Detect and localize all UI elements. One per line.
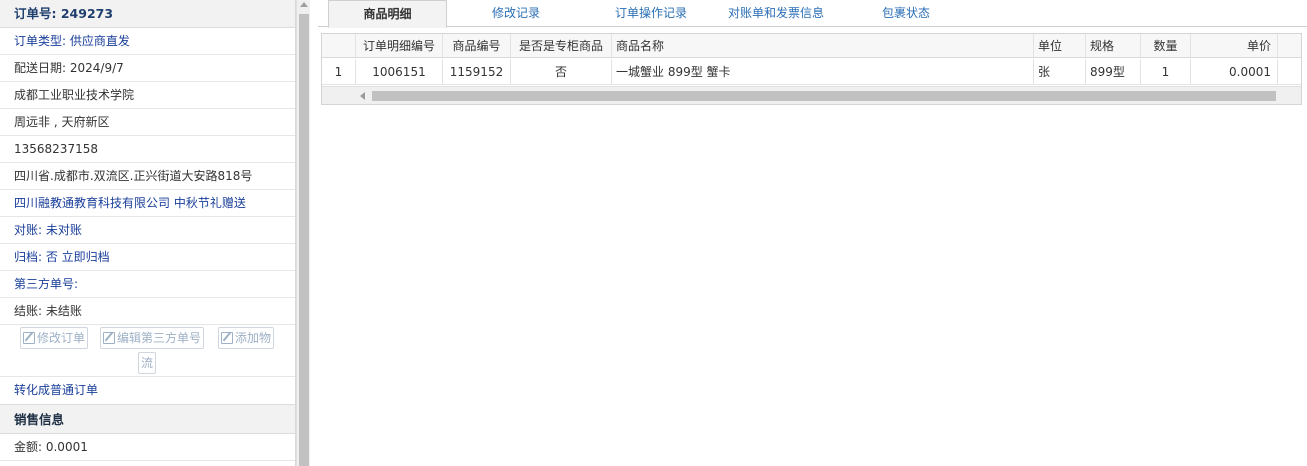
add-logistics-button[interactable]: 添加物 [218, 327, 275, 349]
edit-icon [23, 332, 35, 344]
horizontal-scrollbar[interactable] [322, 86, 1301, 104]
col-spec[interactable]: 规格 [1086, 34, 1141, 57]
order-type-value: 供应商直发 [69, 34, 130, 48]
delivery-date-row: 配送日期: 2024/9/7 [0, 55, 295, 82]
convert-to-normal-order-link[interactable]: 转化成普通订单 [0, 377, 295, 404]
row-unit: 张 [1034, 59, 1086, 84]
reconcile-label: 对账: [14, 223, 46, 237]
scrollbar-thumb[interactable] [299, 14, 309, 466]
col-quantity[interactable]: 数量 [1141, 34, 1191, 57]
order-detail-content: 商品明细 修改记录 订单操作记录 对账单和发票信息 包裹状态 订单明细编号 商品… [318, 0, 1307, 466]
phone-row: 13568237158 [0, 136, 295, 163]
order-info-panel: 订单号: 249273 订单类型: 供应商直发 配送日期: 2024/9/7 成… [0, 0, 296, 466]
col-counter-product[interactable]: 是否是专柜商品 [511, 34, 612, 57]
edit-order-button[interactable]: 修改订单 [20, 327, 89, 349]
archive-row: 归档: 否 立即归档 [0, 244, 295, 271]
row-detail-id: 1006151 [356, 59, 443, 84]
third-party-no-label: 第三方单号: [14, 277, 79, 291]
row-quantity: 1 [1141, 59, 1191, 84]
col-product-id[interactable]: 商品编号 [443, 34, 511, 57]
col-product-name[interactable]: 商品名称 [612, 34, 1034, 57]
row-product-id-link[interactable]: 1159152 [443, 59, 511, 84]
reconcile-row: 对账: 未对账 [0, 217, 295, 244]
order-type-row: 订单类型: 供应商直发 [0, 28, 295, 55]
col-index [322, 34, 356, 57]
row-index: 1 [322, 59, 356, 84]
product-detail-grid: 订单明细编号 商品编号 是否是专柜商品 商品名称 单位 规格 数量 单价 1 1… [321, 33, 1302, 105]
edit-icon [103, 332, 115, 344]
archive-label: 归档: [14, 250, 46, 264]
edit-icon [221, 332, 233, 344]
col-unit-price[interactable]: 单价 [1191, 34, 1278, 57]
customer-org-row: 成都工业职业技术学院 [0, 82, 295, 109]
col-unit[interactable]: 单位 [1034, 34, 1086, 57]
order-number-header: 订单号: 249273 [0, 0, 295, 28]
tab-order-operation-log[interactable]: 订单操作记录 [596, 0, 706, 27]
left-scrollbar[interactable] [296, 0, 310, 466]
tab-statement-invoice[interactable]: 对账单和发票信息 [716, 0, 836, 27]
row-spec: 899型 [1086, 59, 1141, 84]
row-counter-product: 否 [511, 59, 612, 84]
tab-product-details[interactable]: 商品明细 [328, 0, 447, 28]
edit-third-party-no-button[interactable]: 编辑第三方单号 [100, 327, 205, 349]
amount-row: 金额: 0.0001 [0, 434, 295, 461]
scroll-up-icon[interactable] [300, 2, 308, 7]
third-party-no-row: 第三方单号: [0, 271, 295, 298]
grid-header: 订单明细编号 商品编号 是否是专柜商品 商品名称 单位 规格 数量 单价 [322, 34, 1301, 58]
scroll-left-icon[interactable] [360, 92, 365, 100]
contact-row: 周远非 , 天府新区 [0, 109, 295, 136]
archive-now-link[interactable]: 否 立即归档 [46, 250, 110, 264]
col-detail-id[interactable]: 订单明细编号 [356, 34, 443, 57]
company-note-row: 四川融教通教育科技有限公司 中秋节礼赠送 [0, 190, 295, 217]
add-logistics-button-wrap[interactable]: 流 [138, 352, 157, 374]
row-product-name-link[interactable]: 一城蟹业 899型 蟹卡 [612, 59, 1034, 84]
tab-modify-log[interactable]: 修改记录 [468, 0, 564, 27]
settlement-row: 结账: 未结账 [0, 298, 295, 325]
order-detail-page: 订单号: 249273 订单类型: 供应商直发 配送日期: 2024/9/7 成… [0, 0, 1307, 466]
table-row[interactable]: 1 1006151 1159152 否 一城蟹业 899型 蟹卡 张 899型 … [322, 59, 1301, 85]
address-row: 四川省.成都市.双流区.正兴街道大安路818号 [0, 163, 295, 190]
horizontal-scrollbar-thumb[interactable] [372, 91, 1276, 101]
sales-info-header: 销售信息 [0, 404, 295, 434]
detail-tabs: 商品明细 修改记录 订单操作记录 对账单和发票信息 包裹状态 [318, 0, 1307, 28]
row-unit-price: 0.0001 [1191, 59, 1278, 84]
order-type-label: 订单类型: [14, 34, 70, 48]
tab-package-status[interactable]: 包裹状态 [866, 0, 946, 27]
action-buttons: 修改订单 编辑第三方单号 添加物 流 [0, 325, 295, 377]
reconcile-value: 未对账 [45, 223, 82, 237]
